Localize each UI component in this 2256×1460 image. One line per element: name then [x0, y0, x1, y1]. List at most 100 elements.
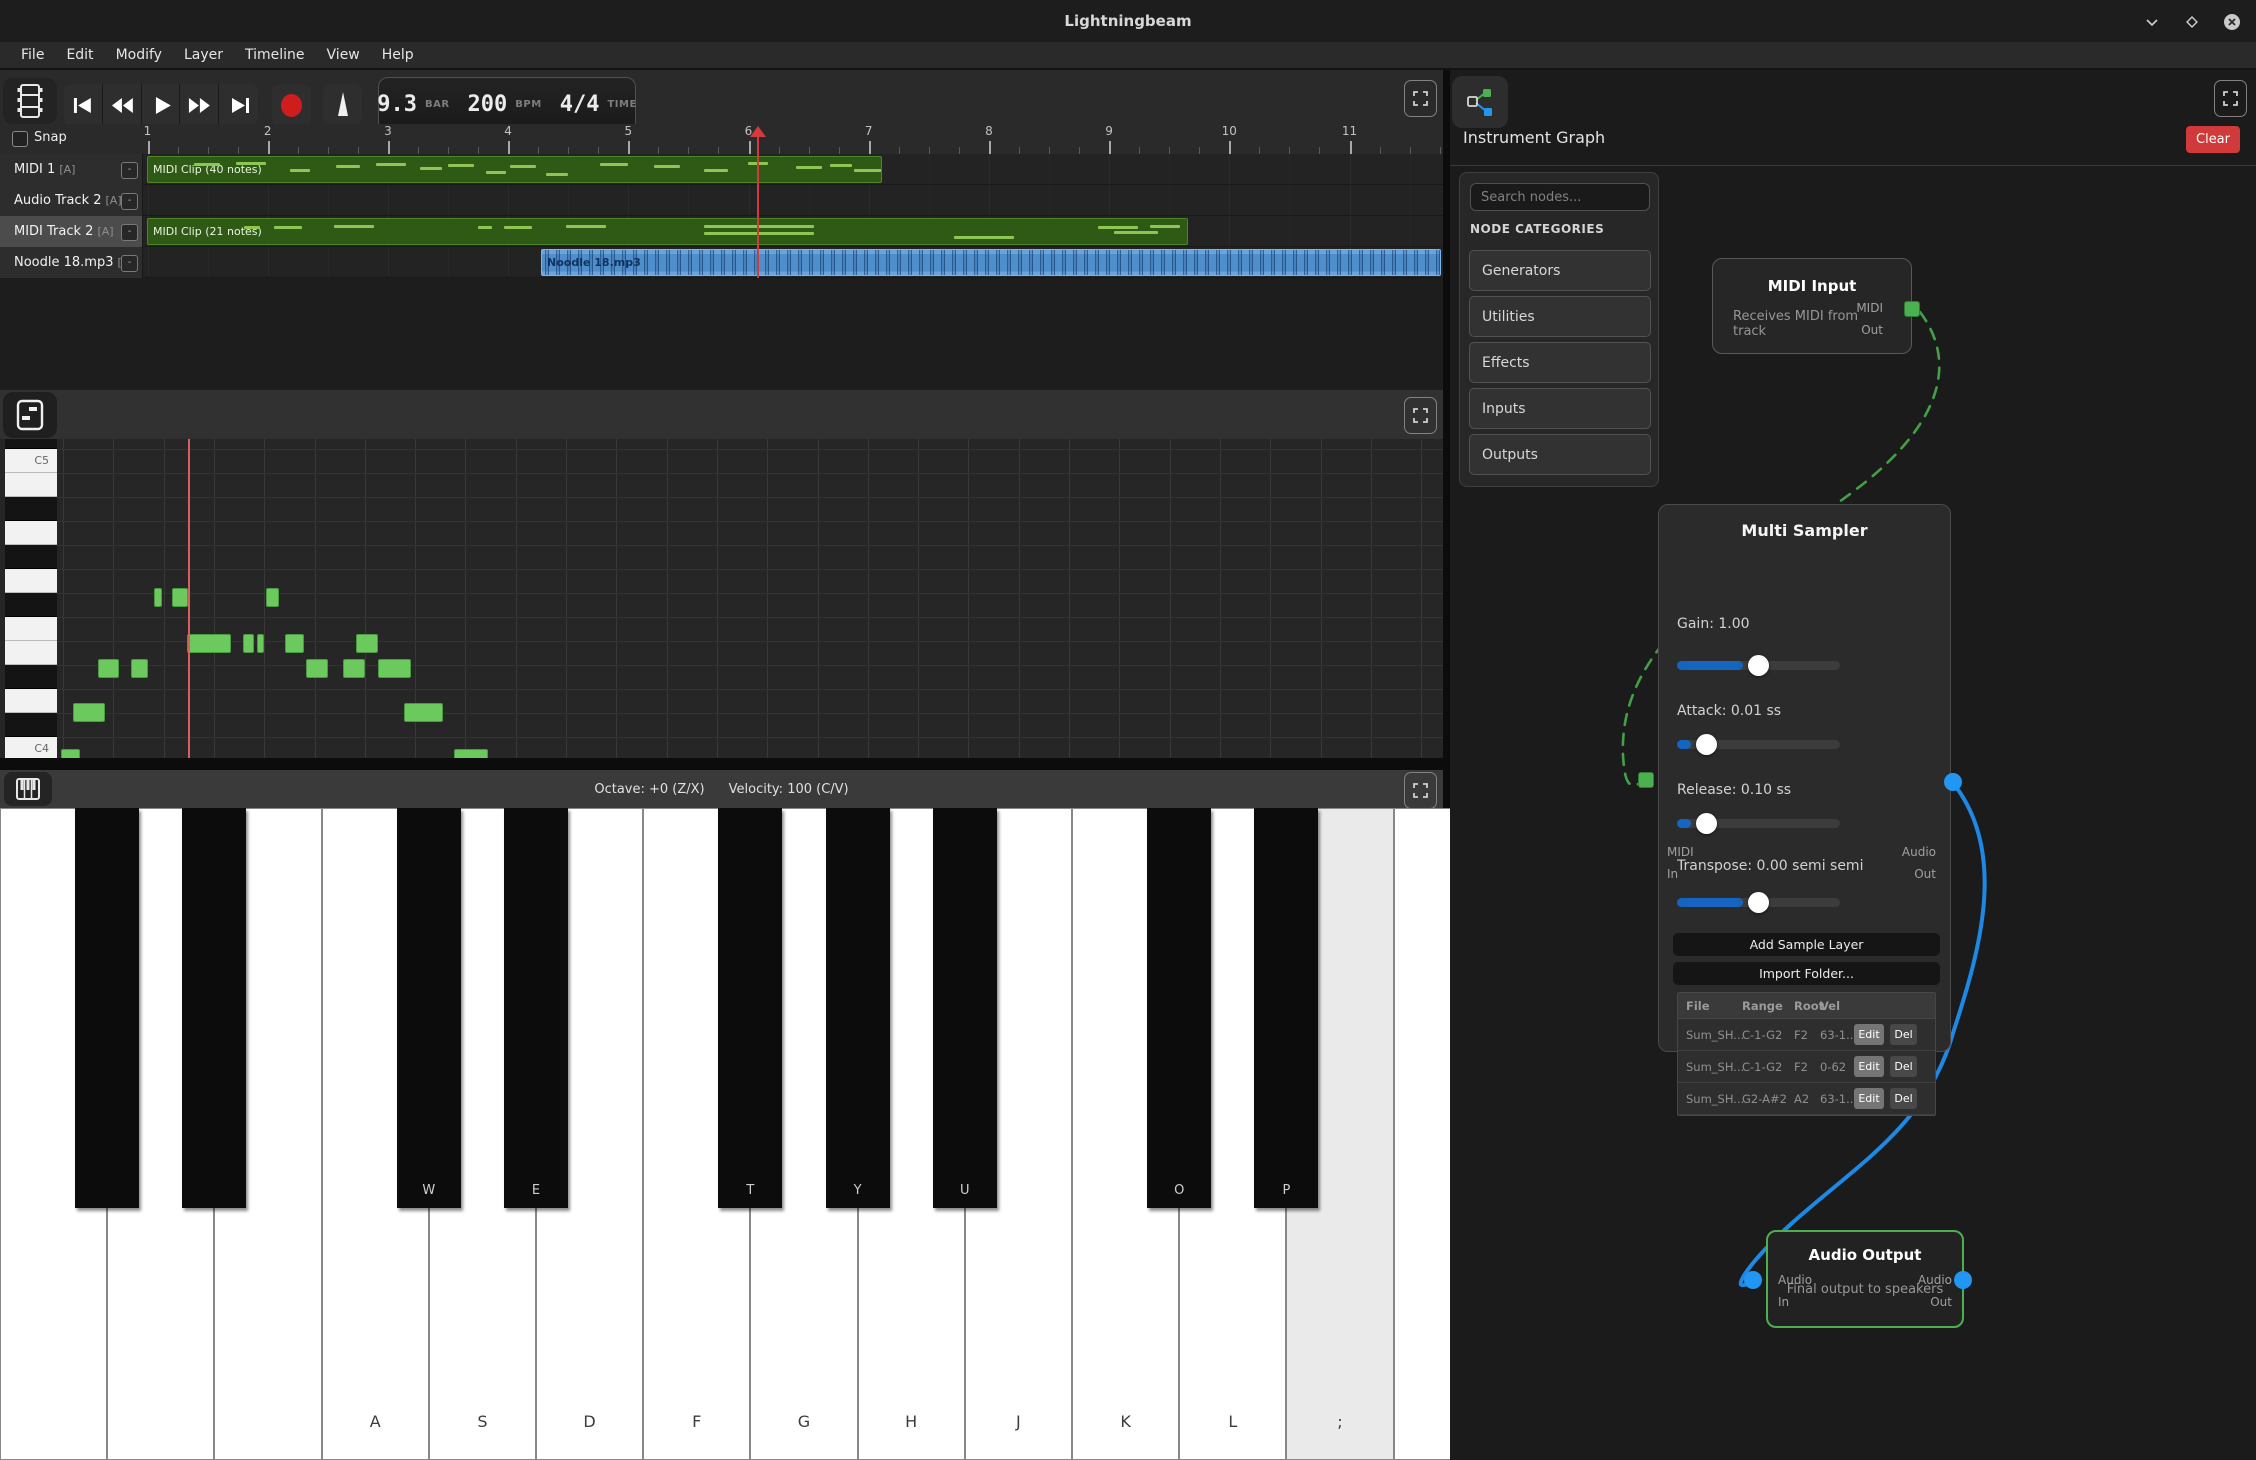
attack-slider[interactable]	[1677, 740, 1840, 749]
track-collapse-button[interactable]: -	[121, 224, 138, 241]
graph-expand-icon[interactable]	[2214, 80, 2247, 117]
category-utilities[interactable]: Utilities	[1469, 296, 1651, 337]
midi-note[interactable]	[73, 703, 105, 722]
maximize-icon[interactable]	[2180, 10, 2204, 34]
track-row[interactable]: MIDI Clip (21 notes)MIDI Track 2[A]-	[0, 216, 1443, 247]
node-multi-sampler[interactable]: Multi Sampler Gain: 1.00 Attack: 0.01 ss…	[1658, 504, 1951, 1052]
track-collapse-button[interactable]: -	[121, 255, 138, 272]
keyboard-expand-icon[interactable]	[1404, 772, 1437, 809]
timeline-ruler[interactable]: Snap 1234567891011	[0, 124, 1443, 154]
track-row[interactable]: MIDI Clip (40 notes)MIDI 1[A]-	[0, 154, 1443, 185]
clip-midi[interactable]: MIDI Clip (21 notes)	[147, 218, 1188, 245]
menu-item-edit[interactable]: Edit	[55, 41, 104, 69]
piano-roll-black-key[interactable]	[5, 713, 57, 737]
piano-roll-white-key[interactable]	[5, 569, 57, 593]
midi-note[interactable]	[61, 749, 80, 758]
piano-roll-expand-icon[interactable]	[1404, 397, 1437, 434]
menu-item-help[interactable]: Help	[371, 41, 425, 69]
gain-knob[interactable]	[1748, 655, 1769, 676]
black-key[interactable]	[182, 808, 246, 1208]
release-slider[interactable]	[1677, 819, 1840, 828]
menu-item-timeline[interactable]: Timeline	[234, 41, 316, 69]
film-timeline-icon[interactable]	[3, 78, 57, 124]
skip-end-button[interactable]	[219, 84, 258, 126]
bpm-value[interactable]: 200	[468, 92, 508, 117]
menu-item-file[interactable]: File	[10, 41, 55, 69]
del-button[interactable]: Del	[1890, 1088, 1917, 1109]
rewind-button[interactable]	[103, 84, 142, 126]
midi-note[interactable]	[154, 588, 162, 607]
category-inputs[interactable]: Inputs	[1469, 388, 1651, 429]
black-key-y[interactable]: Y	[826, 808, 890, 1208]
piano-roll-black-key[interactable]	[5, 665, 57, 689]
node-audio-output[interactable]: Audio Output Final output to speakers Au…	[1766, 1230, 1964, 1328]
midi-out-port[interactable]	[1904, 301, 1920, 317]
black-key-t[interactable]: T	[718, 808, 782, 1208]
clear-button[interactable]: Clear	[2186, 126, 2240, 153]
piano-roll-white-key[interactable]: C5	[5, 449, 57, 473]
piano-roll-white-key[interactable]	[5, 521, 57, 545]
piano-roll-white-key[interactable]	[5, 641, 57, 665]
menu-item-view[interactable]: View	[316, 41, 371, 69]
output-audio-in-port[interactable]	[1744, 1271, 1762, 1289]
midi-note[interactable]	[343, 659, 365, 678]
sampler-midi-in-port[interactable]	[1638, 772, 1654, 788]
piano-roll-white-key[interactable]	[5, 617, 57, 641]
metronome-button[interactable]	[323, 84, 362, 126]
track-row[interactable]: Noodle 18.mp3 Noodle 18.mp3[A]-	[0, 247, 1443, 278]
add-sample-layer-button[interactable]: Add Sample Layer	[1673, 933, 1940, 956]
midi-note[interactable]	[378, 659, 411, 678]
node-midi-input[interactable]: MIDI Input Receives MIDI from track MIDI…	[1712, 258, 1912, 354]
midi-note[interactable]	[404, 703, 443, 722]
piano-roll-black-key[interactable]	[5, 439, 57, 449]
clip-midi[interactable]: MIDI Clip (40 notes)	[147, 156, 882, 183]
black-key-p[interactable]: P	[1254, 808, 1318, 1208]
record-button[interactable]	[272, 84, 311, 126]
track-collapse-button[interactable]: -	[121, 193, 138, 210]
del-button[interactable]: Del	[1890, 1024, 1917, 1045]
gain-slider[interactable]	[1677, 661, 1840, 670]
category-generators[interactable]: Generators	[1469, 250, 1651, 291]
timeline-expand-icon[interactable]	[1404, 80, 1437, 117]
midi-note[interactable]	[306, 659, 328, 678]
black-key-o[interactable]: O	[1147, 808, 1211, 1208]
midi-note[interactable]	[172, 588, 188, 607]
fast-forward-button[interactable]	[180, 84, 219, 126]
transpose-slider[interactable]	[1677, 898, 1840, 907]
del-button[interactable]: Del	[1890, 1056, 1917, 1077]
clip-audio[interactable]: Noodle 18.mp3	[541, 249, 1441, 276]
close-icon[interactable]	[2220, 10, 2244, 34]
piano-roll-icon[interactable]	[3, 392, 57, 438]
piano-roll-white-key[interactable]	[5, 689, 57, 713]
category-outputs[interactable]: Outputs	[1469, 434, 1651, 475]
menu-item-modify[interactable]: Modify	[105, 41, 173, 69]
snap-checkbox[interactable]	[12, 131, 28, 147]
black-key-u[interactable]: U	[933, 808, 997, 1208]
piano-roll-playhead[interactable]	[188, 439, 190, 758]
node-graph-icon[interactable]	[1452, 76, 1508, 128]
bar-value[interactable]: 9.3	[377, 92, 417, 117]
track-header-noodle-18-mp3[interactable]: Noodle 18.mp3[A]-	[0, 247, 143, 278]
midi-note[interactable]	[98, 659, 119, 678]
piano-roll-black-key[interactable]	[5, 593, 57, 617]
attack-knob[interactable]	[1696, 734, 1717, 755]
transpose-knob[interactable]	[1748, 892, 1769, 913]
edit-button[interactable]: Edit	[1854, 1088, 1884, 1109]
edit-button[interactable]: Edit	[1854, 1056, 1884, 1077]
piano-roll-white-key[interactable]: C4	[5, 737, 57, 758]
track-row[interactable]: Audio Track 2[A]-	[0, 185, 1443, 216]
track-header-midi-1[interactable]: MIDI 1[A]-	[0, 154, 143, 185]
minimize-icon[interactable]	[2140, 10, 2164, 34]
midi-note[interactable]	[356, 634, 378, 653]
midi-note[interactable]	[187, 634, 231, 653]
black-key-e[interactable]: E	[504, 808, 568, 1208]
import-folder-button[interactable]: Import Folder...	[1673, 962, 1940, 985]
black-key-w[interactable]: W	[397, 808, 461, 1208]
timesig-value[interactable]: 4/4	[560, 92, 600, 117]
midi-note[interactable]	[257, 634, 264, 653]
piano-roll-black-key[interactable]	[5, 545, 57, 569]
track-collapse-button[interactable]: -	[121, 162, 138, 179]
midi-note[interactable]	[131, 659, 148, 678]
play-button[interactable]	[142, 84, 181, 126]
midi-note[interactable]	[266, 588, 279, 607]
